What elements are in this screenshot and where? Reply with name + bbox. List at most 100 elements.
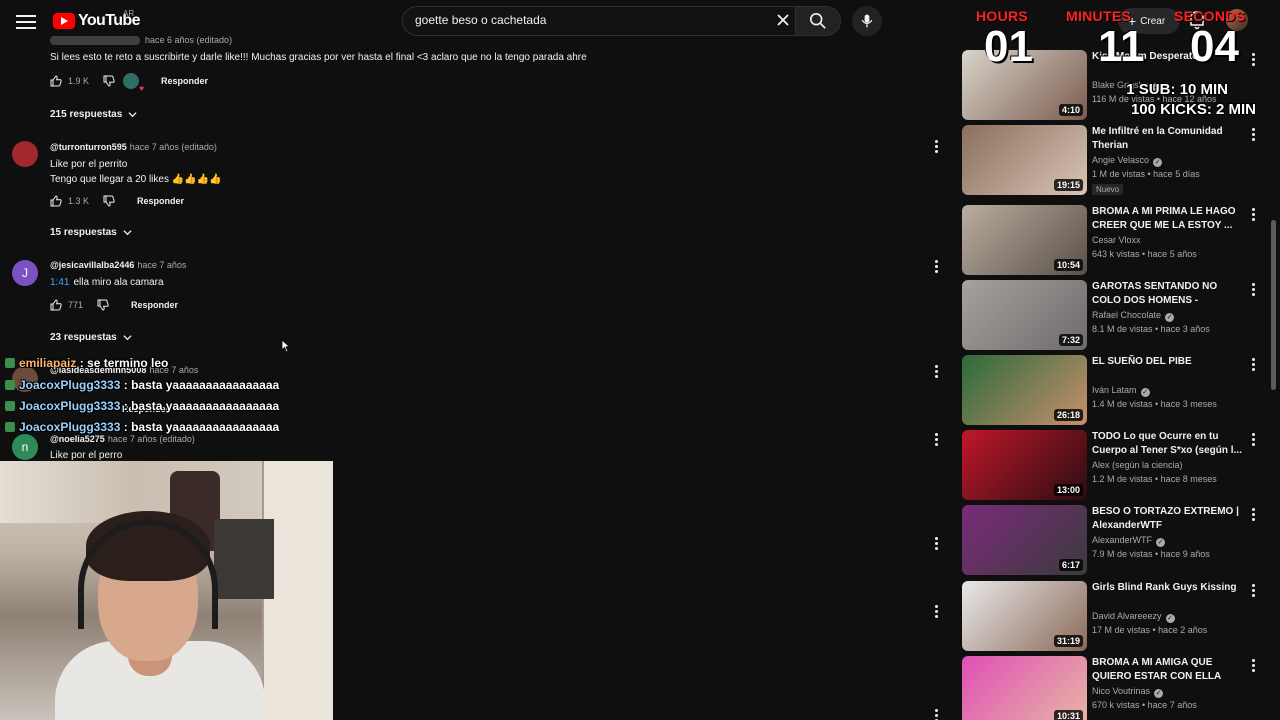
video-more-icon[interactable] <box>1248 432 1258 448</box>
menu-icon[interactable] <box>14 12 38 30</box>
comment-more-icon[interactable] <box>930 536 942 552</box>
like-icon[interactable] <box>50 195 62 207</box>
channel-name[interactable]: Cesar Vloxx <box>1092 235 1141 245</box>
video-title[interactable]: BROMA A MI PRIMA LE HAGO CREER QUE ME LA… <box>1092 205 1242 233</box>
recommended-video[interactable]: 19:15 Me Infiltré en la Comunidad Therian… <box>962 125 1262 195</box>
reply-button[interactable]: Responder <box>161 76 208 86</box>
chevron-down-icon <box>123 230 132 236</box>
channel-name[interactable]: Alex (según la ciencia) <box>1092 460 1183 470</box>
video-more-icon[interactable] <box>1248 583 1258 599</box>
comment-more-icon[interactable] <box>930 432 942 448</box>
verified-icon: ✓ <box>1153 158 1163 167</box>
comment-more-icon[interactable] <box>930 259 942 275</box>
video-more-icon[interactable] <box>1248 52 1258 68</box>
video-more-icon[interactable] <box>1248 507 1258 523</box>
view-replies-button[interactable]: 215 respuestas <box>50 109 137 120</box>
recommended-video[interactable]: 10:31 BROMA A MI AMIGA QUE QUIERO ESTAR C… <box>962 656 1262 720</box>
video-title[interactable]: BESO O TORTAZO EXTREMO | AlexanderWTF <box>1092 505 1242 533</box>
video-title[interactable]: BROMA A MI AMIGA QUE QUIERO ESTAR CON EL… <box>1092 656 1242 684</box>
video-thumbnail[interactable]: 19:15 <box>962 125 1087 195</box>
channel-name[interactable]: Angie Velasco ✓ <box>1092 155 1163 167</box>
recommended-video[interactable]: 10:54 BROMA A MI PRIMA LE HAGO CREER QUE … <box>962 205 1262 275</box>
comment-text: 1:41 ella miro ala camara <box>50 277 164 288</box>
like-icon[interactable] <box>50 299 62 311</box>
channel-name[interactable]: Iván Latam ✓ <box>1092 385 1150 397</box>
video-thumbnail[interactable]: 10:54 <box>962 205 1087 275</box>
video-title[interactable]: Kiss Me I'm Desperate <box>1092 50 1242 64</box>
view-replies-button[interactable]: 15 respuestas <box>50 227 132 238</box>
creator-handle-badge <box>50 36 140 45</box>
video-thumbnail[interactable]: 4:10 <box>962 50 1087 120</box>
channel-name[interactable]: AlexanderWTF ✓ <box>1092 535 1166 547</box>
video-title[interactable]: Girls Blind Rank Guys Kissing <box>1092 581 1242 595</box>
verified-icon: ✓ <box>1152 83 1162 92</box>
verified-icon: ✓ <box>1165 614 1175 623</box>
video-meta: 116 M de vistas • hace 12 años <box>1092 94 1217 104</box>
clear-search-icon[interactable] <box>774 11 792 29</box>
video-meta: 8.1 M de vistas • hace 3 años <box>1092 324 1210 334</box>
view-replies-button[interactable]: 23 respuestas <box>50 332 132 343</box>
recommended-video[interactable]: 13:00 TODO Lo que Ocurre en tu Cuerpo al … <box>962 430 1262 500</box>
like-icon[interactable] <box>50 75 62 87</box>
channel-name[interactable]: David Alvareeezy ✓ <box>1092 611 1175 623</box>
comment-more-icon[interactable] <box>930 139 942 155</box>
sidebar-scrollbar[interactable] <box>1271 220 1276 390</box>
video-title[interactable]: TODO Lo que Ocurre en tu Cuerpo al Tener… <box>1092 430 1242 458</box>
comment-handle[interactable]: @jesicavillalba2446 hace 7 años <box>50 260 186 270</box>
search-button[interactable] <box>795 6 841 36</box>
video-more-icon[interactable] <box>1248 357 1258 373</box>
video-thumbnail[interactable]: 7:32 <box>962 280 1087 350</box>
reply-button[interactable]: Responder <box>137 196 184 206</box>
chat-message: emiliapaiz : se termino leo <box>5 356 168 370</box>
video-title[interactable]: Me Infiltré en la Comunidad Therian <box>1092 125 1242 153</box>
video-duration: 31:19 <box>1053 635 1083 647</box>
recommended-video[interactable]: 26:18 EL SUEÑO DEL PIBE Iván Latam ✓ 1.4 M d… <box>962 355 1262 425</box>
comment-handle[interactable]: @turronturron595 hace 7 años (editado) <box>50 142 217 152</box>
search-box <box>402 6 796 36</box>
webcam-monitor <box>214 519 274 599</box>
dislike-icon[interactable] <box>97 299 109 311</box>
comment-text: Like por el perrito <box>50 159 128 170</box>
dislike-icon[interactable] <box>103 195 115 207</box>
video-title[interactable]: GAROTAS SENTANDO NO COLO DOS HOMENS - Pe… <box>1092 280 1242 309</box>
video-meta: 17 M de vistas • hace 2 años <box>1092 625 1208 635</box>
channel-name[interactable]: Nico Voutrinas ✓ <box>1092 686 1164 698</box>
video-thumbnail[interactable]: 26:18 <box>962 355 1087 425</box>
recommended-video[interactable]: 6:17 BESO O TORTAZO EXTREMO | AlexanderWT… <box>962 505 1262 575</box>
commenter-avatar[interactable] <box>12 141 38 167</box>
channel-name[interactable]: Blake Grigsby ✓ <box>1092 80 1162 92</box>
notifications-bell-icon[interactable] <box>1188 10 1206 30</box>
dislike-icon[interactable] <box>103 75 115 87</box>
video-more-icon[interactable] <box>1248 282 1258 298</box>
chevron-down-icon <box>128 112 137 118</box>
video-thumbnail[interactable]: 6:17 <box>962 505 1087 575</box>
commenter-avatar[interactable]: J <box>12 260 38 286</box>
video-title[interactable]: EL SUEÑO DEL PIBE <box>1092 355 1242 369</box>
recommended-video[interactable]: 4:10 Kiss Me I'm Desperate Blake Grigsby ✓ 1… <box>962 50 1262 120</box>
comment-more-icon[interactable] <box>930 708 942 720</box>
video-meta: 7.9 M de vistas • hace 9 años <box>1092 549 1210 559</box>
comment-more-icon[interactable] <box>930 604 942 620</box>
video-more-icon[interactable] <box>1248 127 1258 143</box>
video-more-icon[interactable] <box>1248 658 1258 674</box>
comment-more-icon[interactable] <box>930 364 942 380</box>
comment-actions: 1.9 K Responder <box>50 73 208 93</box>
search-input[interactable] <box>415 13 765 27</box>
video-thumbnail[interactable]: 31:19 <box>962 581 1087 651</box>
microphone-icon <box>861 14 873 28</box>
voice-search-button[interactable] <box>852 6 882 36</box>
chat-badge-icon <box>5 380 15 390</box>
video-meta: 1 M de vistas • hace 5 días <box>1092 169 1200 179</box>
video-duration: 6:17 <box>1058 559 1083 571</box>
reply-button[interactable]: Responder <box>131 300 178 310</box>
video-more-icon[interactable] <box>1248 207 1258 223</box>
comment-time: hace 7 años (editado) <box>129 142 217 152</box>
create-button[interactable]: + Crear <box>1118 8 1180 34</box>
user-avatar[interactable] <box>1226 9 1248 31</box>
timestamp-link[interactable]: 1:41 <box>50 277 69 288</box>
channel-name[interactable]: Rafael Chocolate ✓ <box>1092 310 1175 322</box>
video-thumbnail[interactable]: 10:31 <box>962 656 1087 720</box>
recommended-video[interactable]: 31:19 Girls Blind Rank Guys Kissing David … <box>962 581 1262 651</box>
recommended-video[interactable]: 7:32 GAROTAS SENTANDO NO COLO DOS HOMENS … <box>962 280 1262 350</box>
video-thumbnail[interactable]: 13:00 <box>962 430 1087 500</box>
